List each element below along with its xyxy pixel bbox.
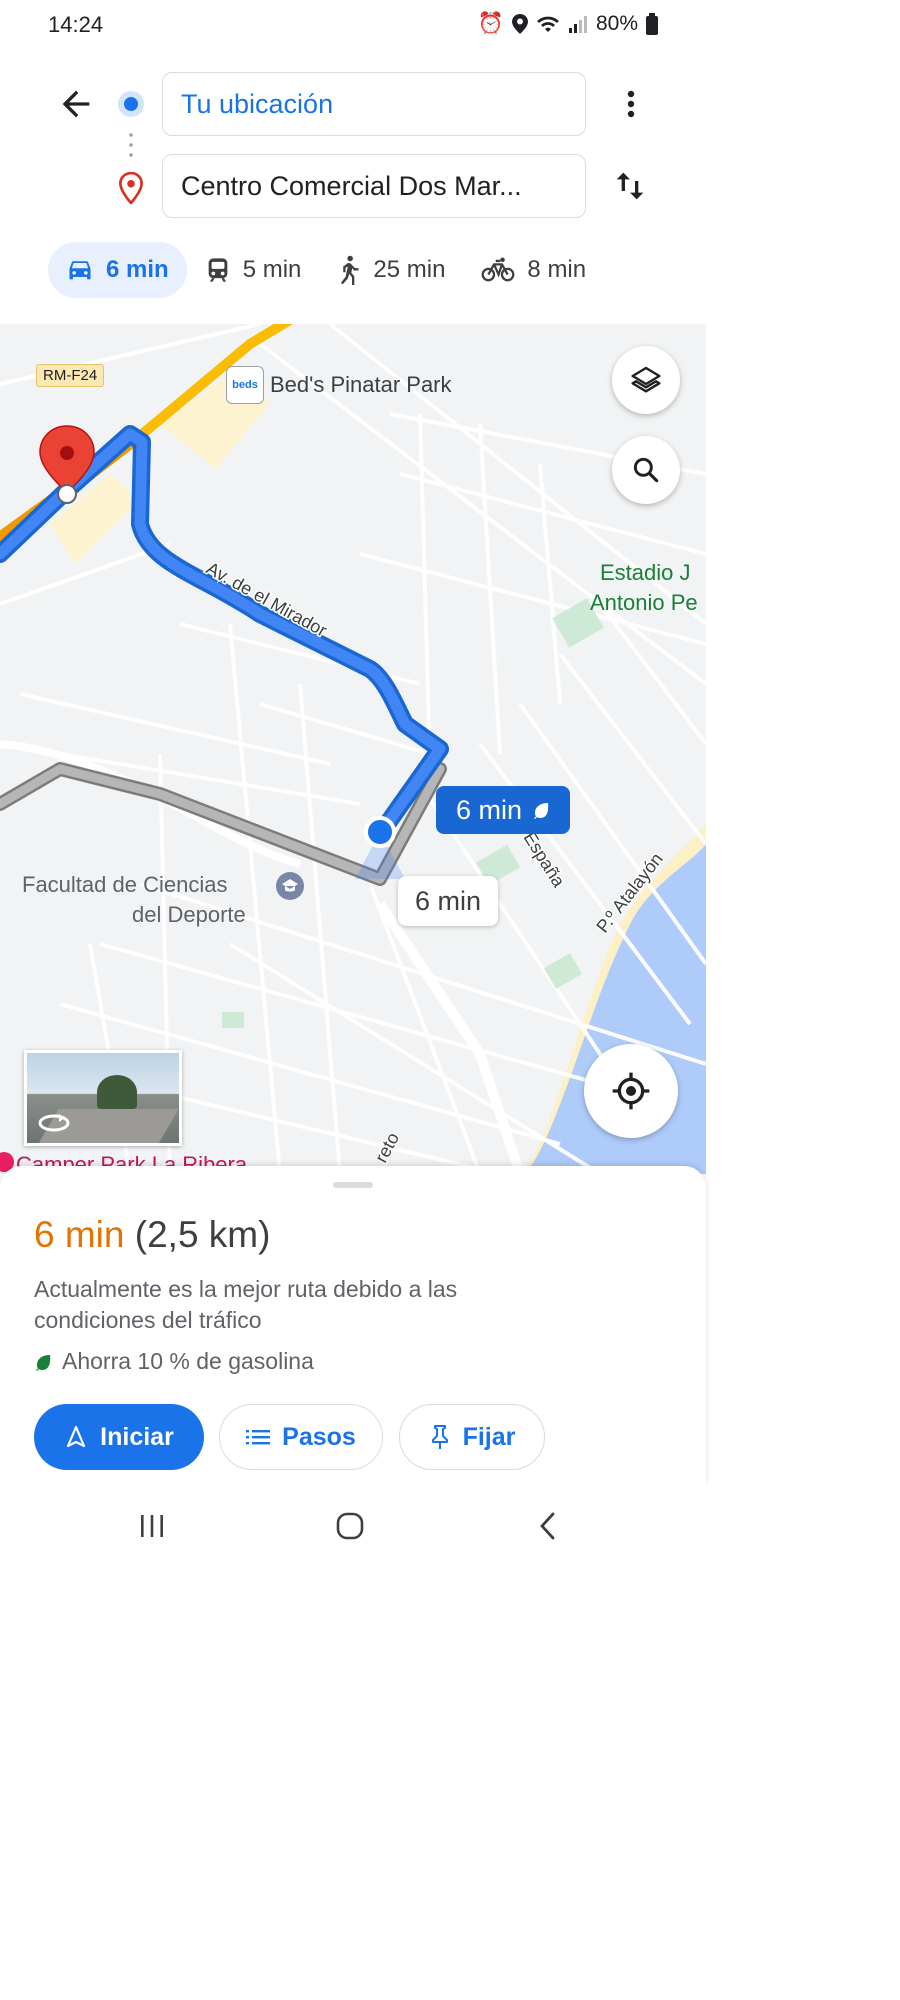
search-map-button[interactable]	[612, 436, 680, 504]
swap-vertical-icon	[616, 172, 644, 200]
transit-icon	[208, 258, 228, 282]
origin-input[interactable]: Tu ubicación	[162, 72, 586, 136]
location-icon	[511, 14, 528, 34]
alarm-icon: ⏰	[477, 12, 504, 35]
tab-walk[interactable]: 25 min	[319, 242, 463, 298]
current-location-marker	[364, 816, 396, 848]
battery-icon	[646, 13, 658, 35]
destination-pin-icon	[118, 172, 144, 204]
tab-car-time: 6 min	[106, 256, 169, 283]
fuel-savings: Ahorra 10 % de gasolina	[34, 1348, 314, 1375]
pin-button[interactable]: Fijar	[399, 1404, 545, 1470]
eco-leaf-icon	[534, 803, 549, 819]
more-vert-icon	[627, 90, 635, 118]
place-label-faculty[interactable]: Facultad de Ciencias	[22, 872, 227, 898]
wifi-icon	[536, 16, 559, 32]
tab-bike[interactable]: 8 min	[463, 242, 604, 298]
place-label-faculty-2: del Deporte	[132, 902, 246, 927]
pushpin-icon	[431, 1425, 448, 1449]
map-view[interactable]: Av. de el Mirador e España P.º Atalayón …	[0, 324, 706, 1174]
route-description: Actualmente es la mejor ruta debido a la…	[34, 1276, 458, 1333]
road-main	[375, 901, 525, 1174]
status-time: 14:24	[48, 12, 104, 37]
route-time-alt: 6 min	[414, 885, 482, 916]
battery-percentage: 80%	[595, 12, 638, 35]
search-icon	[633, 457, 659, 483]
tab-bike-time: 8 min	[527, 256, 587, 283]
crosshair-icon	[612, 1072, 650, 1110]
street-label-reto: reto	[371, 1129, 403, 1166]
route-time-badge-primary[interactable]: 6 min	[436, 786, 570, 834]
tab-transit-time: 5 min	[242, 256, 302, 283]
start-label: Iniciar	[100, 1422, 174, 1451]
road-badge: RM-F24	[36, 364, 105, 387]
layers-button[interactable]	[612, 346, 680, 414]
map-canvas: Av. de el Mirador e España P.º Atalayón …	[0, 324, 706, 1174]
green-area-4	[222, 1012, 244, 1028]
chevron-left-icon	[540, 1512, 555, 1540]
back-button[interactable]	[56, 84, 96, 124]
pin-label: Fijar	[462, 1422, 516, 1451]
travel-mode-tabs: 6 min 5 min 25 min 8 min	[48, 242, 604, 298]
destination-point	[57, 484, 77, 504]
road-secondary	[0, 740, 301, 868]
street-view-trees	[97, 1075, 137, 1109]
arrow-back-icon	[62, 90, 90, 118]
home-button[interactable]	[334, 1510, 366, 1542]
green-area-3	[544, 953, 582, 989]
route-duration: 6 min	[34, 1214, 125, 1255]
list-icon	[246, 1430, 271, 1445]
swap-button[interactable]	[610, 166, 650, 206]
tab-car[interactable]: 6 min	[48, 242, 187, 298]
recent-apps-icon	[141, 1515, 163, 1537]
destination-input[interactable]: Centro Comercial Dos Mar...	[162, 154, 586, 218]
status-bar: 14:24 ⏰ 80%	[0, 0, 706, 52]
origin-dot-core	[124, 97, 138, 111]
signal-icon	[568, 16, 587, 33]
system-back-button[interactable]	[534, 1510, 562, 1542]
rotate-360-icon	[38, 1114, 70, 1132]
route-distance: (2,5 km)	[134, 1214, 271, 1255]
steps-label: Pasos	[282, 1422, 356, 1451]
place-label-stadium[interactable]: Estadio J	[600, 560, 691, 586]
tab-walk-time: 25 min	[373, 256, 446, 283]
my-location-button[interactable]	[584, 1044, 678, 1138]
navigation-arrow-icon	[67, 1425, 86, 1448]
walk-icon	[341, 255, 359, 285]
place-label-hotel[interactable]: Bed's Pinatar Park	[270, 372, 452, 398]
home-icon	[336, 1512, 364, 1540]
route-summary: 6 min (2,5 km)	[34, 1214, 270, 1256]
hotel-logo: beds	[226, 366, 264, 404]
layers-icon	[631, 366, 661, 393]
bicycle-icon	[481, 257, 515, 282]
eco-leaf-icon	[36, 1354, 51, 1371]
steps-button[interactable]: Pasos	[219, 1404, 383, 1470]
tab-transit[interactable]: 5 min	[187, 242, 320, 298]
recent-apps-button[interactable]	[138, 1512, 166, 1540]
route-connector-dots	[129, 130, 133, 160]
car-icon	[69, 261, 91, 280]
sheet-drag-handle[interactable]	[333, 1182, 373, 1188]
street-view-thumbnail[interactable]	[24, 1050, 182, 1146]
route-time-badge-alt[interactable]: 6 min	[398, 876, 498, 926]
start-button[interactable]: Iniciar	[34, 1404, 204, 1470]
route-time-primary: 6 min	[455, 794, 523, 825]
fuel-savings-text: Ahorra 10 % de gasolina	[62, 1348, 314, 1374]
place-label-stadium-2: Antonio Pe	[590, 590, 698, 615]
more-options-button[interactable]	[614, 84, 648, 124]
system-nav-bar	[0, 1486, 706, 1568]
